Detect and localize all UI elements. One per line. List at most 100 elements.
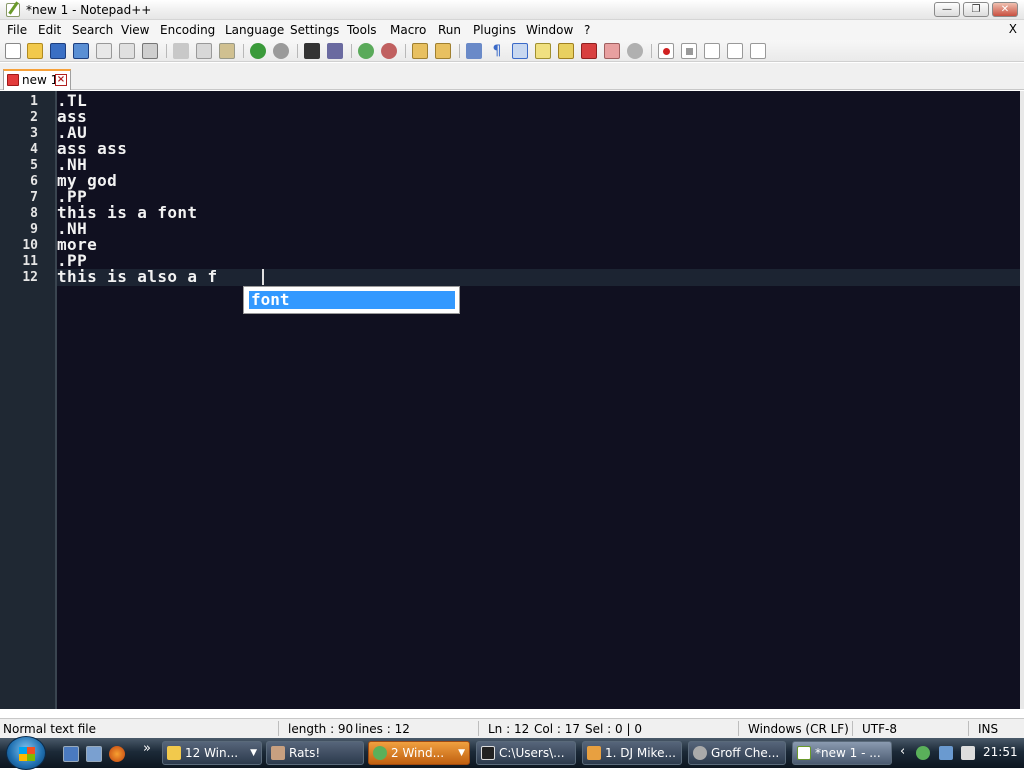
run-macro-multiple-icon[interactable] <box>727 43 743 59</box>
sync-h-icon[interactable] <box>435 43 451 59</box>
code-line-current[interactable]: this is also a f <box>57 269 218 285</box>
menu-language[interactable]: Language <box>225 23 284 37</box>
winamp-icon <box>587 746 601 760</box>
word-wrap-icon[interactable] <box>466 43 482 59</box>
open-file-icon[interactable] <box>27 43 43 59</box>
status-line: Ln : 12 <box>488 722 530 736</box>
tab-close-icon[interactable]: × <box>55 74 67 86</box>
window-title: *new 1 - Notepad++ <box>26 3 152 17</box>
menu-window[interactable]: Window <box>526 23 573 37</box>
line-number: 12 <box>22 270 38 285</box>
cut-icon[interactable] <box>173 43 189 59</box>
minimize-button[interactable]: — <box>934 2 960 17</box>
tab-new-1[interactable]: new 1 × <box>3 69 71 90</box>
close-button[interactable]: ✕ <box>992 2 1018 17</box>
taskbar-button-groff[interactable]: Groff Che... <box>688 741 786 765</box>
close-all-icon[interactable] <box>119 43 135 59</box>
tab-bar: new 1 × <box>0 63 1024 90</box>
function-list-icon[interactable] <box>558 43 574 59</box>
new-file-icon[interactable] <box>5 43 21 59</box>
clock[interactable]: 21:51 <box>983 745 1018 759</box>
line-number: 9 <box>30 222 38 237</box>
taskbar: » 12 Win... ▼ Rats! 2 Wind... ▼ C:\Users… <box>0 736 1024 770</box>
status-length: length : 90 <box>288 722 354 736</box>
user-lang-icon[interactable] <box>535 43 551 59</box>
notepadpp-icon <box>797 746 811 760</box>
monitor-icon[interactable] <box>627 43 643 59</box>
tab-label: new 1 <box>22 73 59 87</box>
copy-icon[interactable] <box>196 43 212 59</box>
show-all-chars-icon[interactable]: ¶ <box>489 43 505 59</box>
status-file-type: Normal text file <box>3 722 97 736</box>
undo-icon[interactable] <box>250 43 266 59</box>
show-desktop-icon[interactable] <box>63 746 79 762</box>
tray-arrow-icon[interactable]: ‹ <box>900 744 905 759</box>
save-all-icon[interactable] <box>73 43 89 59</box>
windows-logo-icon <box>19 747 35 761</box>
network-icon[interactable] <box>939 746 953 760</box>
messenger-tray-icon[interactable] <box>916 746 930 760</box>
status-encoding[interactable]: UTF-8 <box>862 722 897 736</box>
menu-search[interactable]: Search <box>72 23 113 37</box>
unsaved-file-icon <box>7 74 19 86</box>
status-bar: Normal text file length : 90 lines : 12 … <box>0 718 1024 738</box>
menu-plugins[interactable]: Plugins <box>473 23 516 37</box>
paste-icon[interactable] <box>219 43 235 59</box>
folder-as-workspace-icon[interactable] <box>581 43 597 59</box>
close-document-button[interactable]: X <box>1009 22 1017 36</box>
print-icon[interactable] <box>142 43 158 59</box>
sync-v-icon[interactable] <box>412 43 428 59</box>
line-number: 6 <box>30 174 38 189</box>
notepadpp-app-icon[interactable] <box>6 3 20 17</box>
menu-settings[interactable]: Settings <box>290 23 339 37</box>
maximize-button[interactable]: ❐ <box>963 2 989 17</box>
status-eol[interactable]: Windows (CR LF) <box>748 722 849 736</box>
doc-map-icon[interactable] <box>604 43 620 59</box>
firefox-icon[interactable] <box>109 746 125 762</box>
zoom-out-icon[interactable] <box>381 43 397 59</box>
line-number: 7 <box>30 190 38 205</box>
close-icon[interactable] <box>96 43 112 59</box>
title-bar[interactable]: *new 1 - Notepad++ — ❐ ✕ <box>0 0 1024 20</box>
line-number: 2 <box>30 110 38 125</box>
save-icon[interactable] <box>50 43 66 59</box>
taskbar-button-notepadpp[interactable]: *new 1 - ... <box>792 741 892 765</box>
stop-record-icon[interactable] <box>681 43 697 59</box>
autocomplete-popup[interactable]: font <box>243 286 460 314</box>
zoom-in-icon[interactable] <box>358 43 374 59</box>
taskbar-button-rats[interactable]: Rats! <box>266 741 364 765</box>
menu-view[interactable]: View <box>121 23 149 37</box>
taskbar-button-explorer[interactable]: 12 Win... ▼ <box>162 741 262 765</box>
save-macro-icon[interactable] <box>750 43 766 59</box>
menu-run[interactable]: Run <box>438 23 461 37</box>
record-macro-icon[interactable] <box>658 43 674 59</box>
replace-icon[interactable] <box>327 43 343 59</box>
line-number: 11 <box>22 254 38 269</box>
indent-guide-icon[interactable] <box>512 43 528 59</box>
play-macro-icon[interactable] <box>704 43 720 59</box>
menu-help[interactable]: ? <box>584 23 590 37</box>
7zip-icon <box>481 746 495 760</box>
find-icon[interactable] <box>304 43 320 59</box>
status-lines: lines : 12 <box>355 722 410 736</box>
menu-encoding[interactable]: Encoding <box>160 23 215 37</box>
taskbar-button-7zip[interactable]: C:\Users\... <box>476 741 576 765</box>
messenger-icon <box>373 746 387 760</box>
editor-area[interactable]: 1 2 3 4 5 6 7 8 9 10 11 12 .TL ass .AU a… <box>0 91 1020 709</box>
line-number: 4 <box>30 142 38 157</box>
status-insert-mode[interactable]: INS <box>978 722 998 736</box>
redo-icon[interactable] <box>273 43 289 59</box>
taskbar-button-messenger[interactable]: 2 Wind... ▼ <box>368 741 470 765</box>
quicklaunch-more-button[interactable]: » <box>143 741 151 756</box>
line-number: 10 <box>22 238 38 253</box>
volume-icon[interactable] <box>961 746 975 760</box>
switch-windows-icon[interactable] <box>86 746 102 762</box>
menu-edit[interactable]: Edit <box>38 23 61 37</box>
menu-macro[interactable]: Macro <box>390 23 426 37</box>
autocomplete-item-selected[interactable]: font <box>249 291 455 309</box>
menu-tools[interactable]: Tools <box>347 23 377 37</box>
start-button[interactable] <box>6 736 46 770</box>
menu-file[interactable]: File <box>7 23 27 37</box>
vertical-scrollbar[interactable] <box>1020 91 1024 709</box>
taskbar-button-winamp[interactable]: 1. DJ Mike... <box>582 741 682 765</box>
